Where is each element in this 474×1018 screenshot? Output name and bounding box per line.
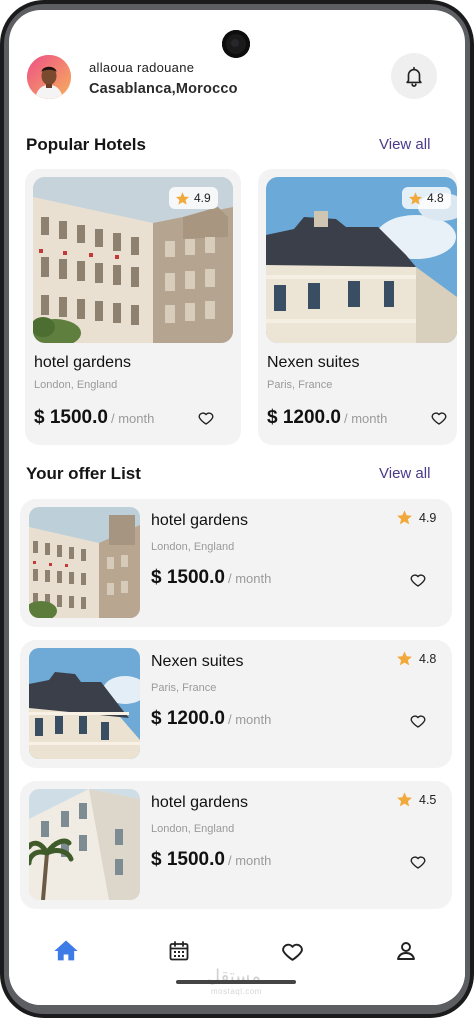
- rating-value: 4.9: [419, 510, 437, 525]
- price-period: / month: [343, 411, 388, 426]
- hotel-image: 4.9: [33, 177, 233, 343]
- nav-favorites-button[interactable]: [277, 936, 307, 966]
- user-name: allaoua radouane: [89, 60, 195, 75]
- price-value: $ 1500.0: [151, 849, 225, 870]
- star-icon: [397, 651, 412, 666]
- hotel-name: hotel gardens: [151, 512, 248, 529]
- hotel-price: $ 1200.0/ month: [267, 407, 387, 429]
- hotel-image: [29, 789, 140, 900]
- avatar[interactable]: [27, 55, 71, 99]
- favorite-button[interactable]: [409, 853, 427, 876]
- offer-card[interactable]: hotel gardens London, England $ 1500.0/ …: [20, 781, 452, 909]
- bell-icon: [406, 66, 422, 87]
- hotel-image: [29, 507, 140, 618]
- favorite-button[interactable]: [430, 409, 448, 432]
- user-icon: [397, 942, 415, 960]
- hotel-name: hotel gardens: [151, 794, 248, 811]
- star-icon: [397, 510, 412, 525]
- offer-card[interactable]: hotel gardens London, England $ 1500.0/ …: [20, 499, 452, 627]
- price-value: $ 1500.0: [151, 567, 225, 588]
- heart-icon: [198, 412, 214, 425]
- heart-icon: [431, 412, 447, 425]
- hotel-image: 4.8: [266, 177, 457, 343]
- user-location: Casablanca,Morocco: [89, 81, 238, 97]
- hotel-location: London, England: [151, 541, 235, 553]
- price-period: / month: [227, 571, 272, 586]
- popular-hotel-card[interactable]: 4.8 Nexen suites Paris, France $ 1200.0/…: [258, 169, 457, 445]
- nav-profile-button[interactable]: [391, 936, 421, 966]
- calendar-icon: [169, 941, 189, 961]
- hotel-location: Paris, France: [267, 379, 333, 391]
- price-period: / month: [110, 411, 155, 426]
- rating-badge: 4.8: [402, 187, 451, 209]
- hotel-location: London, England: [34, 379, 118, 391]
- rating-badge: 4.9: [396, 509, 436, 526]
- popular-hotels-title: Popular Hotels: [26, 135, 146, 154]
- favorite-button[interactable]: [197, 409, 215, 432]
- offer-card[interactable]: Nexen suites Paris, France $ 1200.0/ mon…: [20, 640, 452, 768]
- popular-hotel-card[interactable]: 4.9 hotel gardens London, England $ 1500…: [25, 169, 241, 445]
- hotel-name: Nexen suites: [151, 653, 244, 670]
- popular-view-all-link[interactable]: View all: [379, 136, 430, 153]
- front-camera: [222, 30, 250, 58]
- heart-icon: [410, 856, 426, 869]
- heart-icon: [281, 943, 303, 961]
- nav-home-button[interactable]: [51, 936, 81, 966]
- hotel-location: London, England: [151, 823, 235, 835]
- price-value: $ 1200.0: [151, 708, 225, 729]
- rating-badge: 4.9: [169, 187, 218, 209]
- notifications-button[interactable]: [391, 53, 437, 99]
- heart-icon: [410, 715, 426, 728]
- offers-view-all-link[interactable]: View all: [379, 465, 430, 482]
- favorite-button[interactable]: [409, 712, 427, 735]
- hotel-price: $ 1500.0/ month: [151, 567, 271, 589]
- favorite-button[interactable]: [409, 571, 427, 594]
- rating-badge: 4.8: [396, 650, 436, 667]
- heart-icon: [410, 574, 426, 587]
- hotel-location: Paris, France: [151, 682, 217, 694]
- rating-value: 4.8: [427, 191, 444, 205]
- rating-value: 4.8: [419, 651, 437, 666]
- star-icon: [397, 792, 412, 807]
- nav-bookings-button[interactable]: [164, 936, 194, 966]
- app-screen: allaoua radouane Casablanca,Morocco Popu…: [9, 10, 465, 1005]
- watermark-caption: mostaql.com: [211, 987, 262, 996]
- price-period: / month: [227, 712, 272, 727]
- star-icon: [408, 191, 423, 205]
- price-period: / month: [227, 853, 272, 868]
- phone-frame: allaoua radouane Casablanca,Morocco Popu…: [0, 0, 474, 1018]
- hotel-price: $ 1500.0/ month: [151, 849, 271, 871]
- rating-value: 4.9: [194, 191, 211, 205]
- offer-list-title: Your offer List: [26, 464, 141, 483]
- star-icon: [175, 191, 190, 205]
- hotel-price: $ 1200.0/ month: [151, 708, 271, 730]
- hotel-price: $ 1500.0/ month: [34, 407, 154, 429]
- home-icon: [54, 940, 78, 961]
- price-value: $ 1500.0: [34, 407, 108, 428]
- hotel-name: Nexen suites: [267, 354, 360, 371]
- hotel-image: [29, 648, 140, 759]
- rating-value: 4.5: [419, 792, 437, 807]
- hotel-name: hotel gardens: [34, 354, 131, 371]
- rating-badge: 4.5: [396, 791, 436, 808]
- price-value: $ 1200.0: [267, 407, 341, 428]
- home-indicator[interactable]: [176, 980, 296, 984]
